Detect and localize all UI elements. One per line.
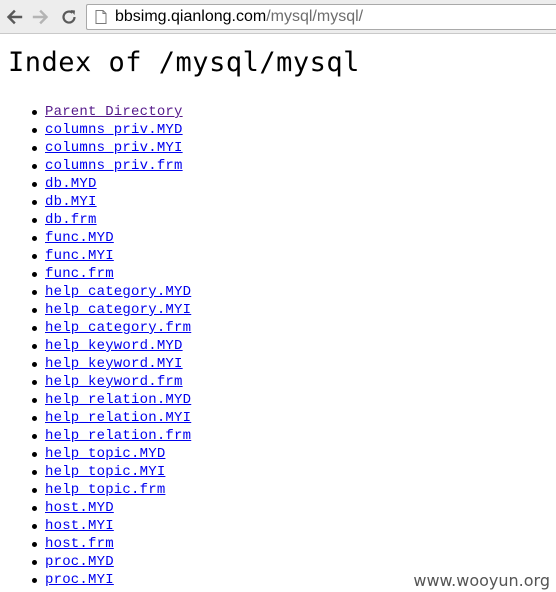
url-host: bbsimg.qianlong.com	[115, 8, 267, 25]
list-item: columns_priv.MYD	[0, 121, 191, 139]
list-item: func.MYD	[0, 229, 191, 247]
file-link[interactable]: help_keyword.frm	[45, 374, 183, 390]
file-link[interactable]: help_keyword.MYI	[45, 356, 183, 372]
bullet-icon	[32, 560, 37, 565]
list-item: db.MYI	[0, 193, 191, 211]
file-link[interactable]: db.MYD	[45, 176, 97, 192]
bullet-icon	[32, 254, 37, 259]
list-item: help_topic.frm	[0, 481, 191, 499]
list-item: help_keyword.frm	[0, 373, 191, 391]
bullet-icon	[32, 470, 37, 475]
file-link[interactable]: func.frm	[45, 266, 114, 282]
file-link[interactable]: host.MYD	[45, 500, 114, 516]
list-item: help_keyword.MYI	[0, 355, 191, 373]
bullet-icon	[32, 488, 37, 493]
address-bar[interactable]: bbsimg.qianlong.com/mysql/mysql/	[86, 4, 556, 30]
file-link[interactable]: help_relation.frm	[45, 428, 191, 444]
bullet-icon	[32, 146, 37, 151]
file-link[interactable]: proc.MYD	[45, 554, 114, 570]
list-item: host.MYI	[0, 517, 191, 535]
list-item: help_relation.frm	[0, 427, 191, 445]
list-item: func.frm	[0, 265, 191, 283]
file-link[interactable]: help_topic.MYI	[45, 464, 165, 480]
list-item: host.MYD	[0, 499, 191, 517]
file-link[interactable]: columns_priv.frm	[45, 158, 183, 174]
parent-directory-link[interactable]: Parent Directory	[45, 104, 183, 120]
file-link[interactable]: func.MYI	[45, 248, 114, 264]
file-link[interactable]: host.frm	[45, 536, 114, 552]
file-link[interactable]: help_category.MYD	[45, 284, 191, 300]
watermark: www.wooyun.org	[411, 571, 552, 590]
file-link[interactable]: help_relation.MYI	[45, 410, 191, 426]
bullet-icon	[32, 182, 37, 187]
file-link[interactable]: help_topic.frm	[45, 482, 165, 498]
file-listing: Parent Directory columns_priv.MYD columns_…	[0, 103, 191, 589]
bullet-icon	[32, 272, 37, 277]
page-icon	[93, 9, 109, 25]
list-item: columns_priv.frm	[0, 157, 191, 175]
bullet-icon	[32, 452, 37, 457]
file-link[interactable]: help_keyword.MYD	[45, 338, 183, 354]
bullet-icon	[32, 236, 37, 241]
list-item: proc.MYI	[0, 571, 191, 589]
bullet-icon	[32, 344, 37, 349]
bullet-icon	[32, 434, 37, 439]
file-link[interactable]: db.MYI	[45, 194, 97, 210]
bullet-icon	[32, 200, 37, 205]
list-item: db.MYD	[0, 175, 191, 193]
forward-arrow-icon	[32, 9, 49, 25]
bullet-icon	[32, 308, 37, 313]
bullet-icon	[32, 128, 37, 133]
list-item: proc.MYD	[0, 553, 191, 571]
file-link[interactable]: proc.MYI	[45, 572, 114, 588]
back-arrow-icon	[6, 9, 23, 25]
bullet-icon	[32, 398, 37, 403]
bullet-icon	[32, 524, 37, 529]
list-item: help_relation.MYI	[0, 409, 191, 427]
file-link[interactable]: help_relation.MYD	[45, 392, 191, 408]
list-item: host.frm	[0, 535, 191, 553]
bullet-icon	[32, 380, 37, 385]
file-link[interactable]: db.frm	[45, 212, 97, 228]
list-item: Parent Directory	[0, 103, 191, 121]
reload-button[interactable]	[57, 5, 81, 29]
bullet-icon	[32, 110, 37, 115]
file-link[interactable]: help_category.MYI	[45, 302, 191, 318]
file-link[interactable]: columns_priv.MYD	[45, 122, 183, 138]
file-link[interactable]: func.MYD	[45, 230, 114, 246]
file-link[interactable]: help_topic.MYD	[45, 446, 165, 462]
list-item: help_category.MYI	[0, 301, 191, 319]
bullet-icon	[32, 542, 37, 547]
bullet-icon	[32, 326, 37, 331]
bullet-icon	[32, 164, 37, 169]
page-content: Index of /mysql/mysql Parent Directory co…	[0, 34, 556, 592]
reload-icon	[62, 10, 76, 24]
file-link[interactable]: columns_priv.MYI	[45, 140, 183, 156]
list-item: help_category.frm	[0, 319, 191, 337]
bullet-icon	[32, 218, 37, 223]
list-item: func.MYI	[0, 247, 191, 265]
bullet-icon	[32, 362, 37, 367]
file-link[interactable]: host.MYI	[45, 518, 114, 534]
bullet-icon	[32, 506, 37, 511]
list-item: help_relation.MYD	[0, 391, 191, 409]
list-item: help_topic.MYI	[0, 463, 191, 481]
list-item: db.frm	[0, 211, 191, 229]
bullet-icon	[32, 416, 37, 421]
bullet-icon	[32, 578, 37, 583]
list-item: help_topic.MYD	[0, 445, 191, 463]
page-title: Index of /mysql/mysql	[8, 47, 360, 78]
url-path: /mysql/mysql/	[266, 8, 364, 25]
browser-toolbar: bbsimg.qianlong.com/mysql/mysql/	[0, 0, 556, 34]
list-item: help_category.MYD	[0, 283, 191, 301]
forward-button[interactable]	[29, 5, 53, 29]
bullet-icon	[32, 290, 37, 295]
list-item: help_keyword.MYD	[0, 337, 191, 355]
file-link[interactable]: help_category.frm	[45, 320, 191, 336]
list-item: columns_priv.MYI	[0, 139, 191, 157]
back-button[interactable]	[2, 5, 26, 29]
